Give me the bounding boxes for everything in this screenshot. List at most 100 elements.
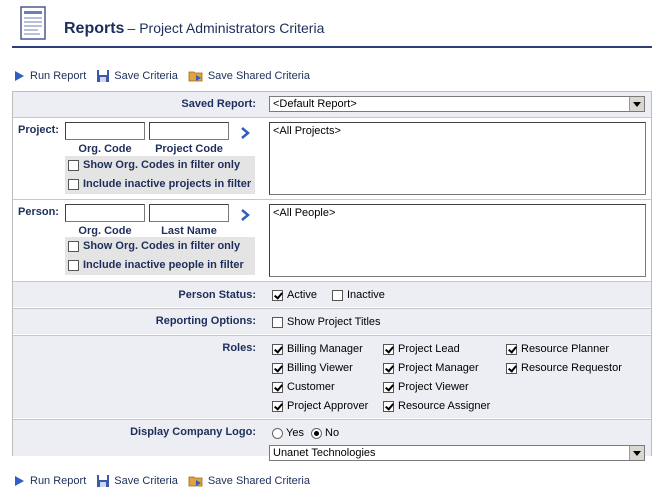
person-listbox[interactable]: <All People> [269, 204, 646, 277]
role-text: Billing Manager [287, 343, 363, 355]
save-shared-criteria-label: Save Shared Criteria [207, 475, 310, 487]
checkbox[interactable] [383, 362, 394, 374]
run-report-button[interactable]: Run Report [12, 474, 86, 488]
save-criteria-button[interactable]: Save Criteria [96, 474, 178, 488]
list-item[interactable]: <All Projects> [273, 125, 642, 137]
save-criteria-button[interactable]: Save Criteria [96, 69, 178, 83]
company-logo-select[interactable]: Unanet Technologies [269, 445, 645, 461]
page-title-main: Reports [64, 20, 125, 37]
role-text: Project Lead [398, 343, 460, 355]
checkbox[interactable] [272, 316, 283, 328]
reporting-options-label: Reporting Options: [155, 315, 256, 327]
person-status-label: Person Status: [178, 289, 256, 301]
checkbox[interactable] [272, 400, 283, 412]
role-resource-requestor[interactable]: Resource Requestor [506, 362, 622, 374]
person-org-code-input[interactable] [65, 204, 145, 222]
role-text: Project Approver [287, 400, 369, 412]
list-item[interactable]: <All People> [273, 207, 642, 219]
person-org-code-label: Org. Code [78, 225, 132, 237]
role-billing-viewer[interactable]: Billing Viewer [272, 362, 353, 374]
checkbox[interactable] [332, 289, 343, 301]
project-code-label: Project Code [155, 143, 223, 155]
save-criteria-label: Save Criteria [114, 475, 178, 487]
role-text: Resource Planner [521, 343, 610, 355]
project-org-code-input[interactable] [65, 122, 145, 140]
person-show-org-codes-option[interactable]: Show Org. Codes in filter only [68, 240, 240, 252]
role-resource-assigner[interactable]: Resource Assigner [383, 400, 490, 412]
project-include-inactive-option[interactable]: Include inactive projects in filter [68, 178, 251, 190]
role-text: Resource Requestor [521, 362, 622, 374]
role-project-approver[interactable]: Project Approver [272, 400, 368, 412]
row-divider [13, 199, 651, 200]
save-shared-criteria-button[interactable]: Save Shared Criteria [188, 474, 310, 488]
person-status-inactive-option[interactable]: Inactive [332, 289, 385, 301]
run-icon [15, 71, 24, 81]
checkbox[interactable] [272, 289, 283, 301]
checkbox[interactable] [272, 381, 283, 393]
save-disk-icon [97, 70, 110, 82]
project-include-inactive-text: Include inactive projects in filter [83, 178, 252, 190]
no-text: No [325, 427, 340, 439]
checkbox[interactable] [506, 362, 517, 374]
role-text: Billing Viewer [287, 362, 353, 374]
save-shared-criteria-button[interactable]: Save Shared Criteria [188, 69, 310, 83]
project-label: Project: [18, 124, 59, 136]
role-text: Customer [287, 381, 335, 393]
radio-button[interactable] [311, 427, 322, 439]
role-project-manager[interactable]: Project Manager [383, 362, 479, 374]
save-shared-criteria-label: Save Shared Criteria [207, 70, 310, 82]
save-disk-icon [97, 475, 110, 487]
checkbox[interactable] [68, 259, 79, 271]
checkbox[interactable] [272, 362, 283, 374]
role-text: Project Manager [398, 362, 479, 374]
checkbox[interactable] [506, 343, 517, 355]
criteria-form: Saved Report: <Default Report> Project: … [12, 91, 652, 461]
saved-report-select[interactable]: <Default Report> [269, 96, 645, 112]
project-filter-go-icon[interactable] [239, 127, 251, 139]
checkbox[interactable] [383, 343, 394, 355]
show-project-titles-text: Show Project Titles [287, 316, 381, 328]
checkbox[interactable] [383, 400, 394, 412]
role-resource-planner[interactable]: Resource Planner [506, 343, 609, 355]
checkbox[interactable] [68, 240, 79, 252]
project-code-input[interactable] [149, 122, 229, 140]
role-billing-manager[interactable]: Billing Manager [272, 343, 363, 355]
person-last-name-input[interactable] [149, 204, 229, 222]
person-include-inactive-text: Include inactive people in filter [83, 259, 244, 271]
company-logo-no-option[interactable]: No [311, 427, 339, 439]
active-text: Active [287, 289, 317, 301]
radio-button[interactable] [272, 427, 283, 439]
yes-text: Yes [286, 427, 304, 439]
role-project-lead[interactable]: Project Lead [383, 343, 460, 355]
page-title: Reports – Project Administrators Criteri… [64, 20, 324, 38]
company-logo-yes-option[interactable]: Yes [272, 427, 304, 439]
project-show-org-codes-option[interactable]: Show Org. Codes in filter only [68, 159, 240, 171]
row-divider [13, 117, 651, 118]
page-title-subtitle: – Project Administrators Criteria [127, 20, 325, 36]
company-logo-value: Unanet Technologies [273, 447, 376, 459]
show-project-titles-option[interactable]: Show Project Titles [272, 316, 381, 328]
save-criteria-label: Save Criteria [114, 70, 178, 82]
person-show-org-codes-text: Show Org. Codes in filter only [83, 240, 241, 252]
chevron-down-icon[interactable] [629, 97, 644, 111]
person-status-active-option[interactable]: Active [272, 289, 317, 301]
report-document-icon [20, 6, 46, 40]
person-last-name-label: Last Name [161, 225, 217, 237]
person-include-inactive-option[interactable]: Include inactive people in filter [68, 259, 244, 271]
saved-report-label: Saved Report: [181, 98, 256, 110]
person-filter-go-icon[interactable] [239, 209, 251, 221]
chevron-down-icon[interactable] [629, 446, 644, 460]
shared-folder-icon [188, 71, 203, 82]
shared-folder-icon [188, 476, 203, 487]
project-listbox[interactable]: <All Projects> [269, 122, 646, 195]
checkbox[interactable] [272, 343, 283, 355]
run-report-label: Run Report [30, 70, 87, 82]
run-report-button[interactable]: Run Report [12, 69, 86, 83]
checkbox[interactable] [383, 381, 394, 393]
saved-report-value: <Default Report> [273, 98, 357, 110]
role-customer[interactable]: Customer [272, 381, 335, 393]
checkbox[interactable] [68, 178, 79, 190]
checkbox[interactable] [68, 159, 79, 171]
role-project-viewer[interactable]: Project Viewer [383, 381, 469, 393]
role-text: Project Viewer [398, 381, 469, 393]
